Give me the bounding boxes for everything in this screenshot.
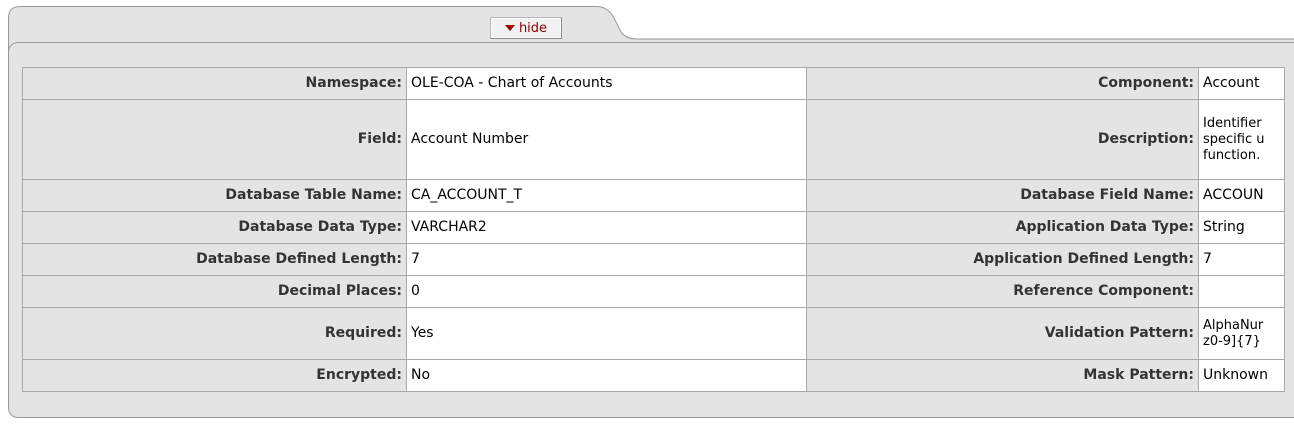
namespace-value: OLE-COA - Chart of Accounts: [406, 67, 807, 100]
table-row: Database Table Name: CA_ACCOUNT_T Databa…: [22, 179, 1285, 212]
required-label: Required:: [22, 307, 407, 360]
component-label: Component:: [806, 67, 1199, 100]
validation-pattern-label: Validation Pattern:: [806, 307, 1199, 360]
database-data-type-label: Database Data Type:: [22, 211, 407, 244]
field-label: Field:: [22, 99, 407, 180]
reference-component-label: Reference Component:: [806, 275, 1199, 308]
database-data-type-value: VARCHAR2: [406, 211, 807, 244]
table-row: Database Defined Length: 7 Application D…: [22, 243, 1285, 276]
hide-button-label: hide: [518, 20, 548, 36]
database-field-name-value: ACCOUN: [1198, 179, 1285, 212]
table-row: Database Data Type: VARCHAR2 Application…: [22, 211, 1285, 244]
field-value: Account Number: [406, 99, 807, 180]
table-row: Encrypted: No Mask Pattern: Unknown: [22, 359, 1285, 392]
application-data-type-value: String: [1198, 211, 1285, 244]
table-row: Required: Yes Validation Pattern: AlphaN…: [22, 307, 1285, 360]
hide-button[interactable]: hide: [490, 17, 562, 39]
database-defined-length-label: Database Defined Length:: [22, 243, 407, 276]
triangle-down-icon: [504, 25, 515, 31]
attribute-table: Namespace: OLE-COA - Chart of Accounts C…: [22, 67, 1285, 392]
database-defined-length-value: 7: [406, 243, 807, 276]
table-row: Decimal Places: 0 Reference Component:: [22, 275, 1285, 308]
encrypted-label: Encrypted:: [22, 359, 407, 392]
database-table-name-value: CA_ACCOUNT_T: [406, 179, 807, 212]
application-defined-length-value: 7: [1198, 243, 1285, 276]
namespace-label: Namespace:: [22, 67, 407, 100]
required-value: Yes: [406, 307, 807, 360]
encrypted-value: No: [406, 359, 807, 392]
reference-component-value: [1198, 275, 1285, 308]
application-defined-length-label: Application Defined Length:: [806, 243, 1199, 276]
decimal-places-value: 0: [406, 275, 807, 308]
validation-pattern-value: AlphaNur z0-9]{7}: [1198, 307, 1285, 360]
table-row: Field: Account Number Description: Ident…: [22, 99, 1285, 180]
application-data-type-label: Application Data Type:: [806, 211, 1199, 244]
component-value: Account: [1198, 67, 1285, 100]
database-field-name-label: Database Field Name:: [806, 179, 1199, 212]
mask-pattern-value: Unknown: [1198, 359, 1285, 392]
decimal-places-label: Decimal Places:: [22, 275, 407, 308]
database-table-name-label: Database Table Name:: [22, 179, 407, 212]
mask-pattern-label: Mask Pattern:: [806, 359, 1199, 392]
description-label: Description:: [806, 99, 1199, 180]
description-value: Identifier specific u function.: [1198, 99, 1285, 180]
table-row: Namespace: OLE-COA - Chart of Accounts C…: [22, 67, 1285, 100]
